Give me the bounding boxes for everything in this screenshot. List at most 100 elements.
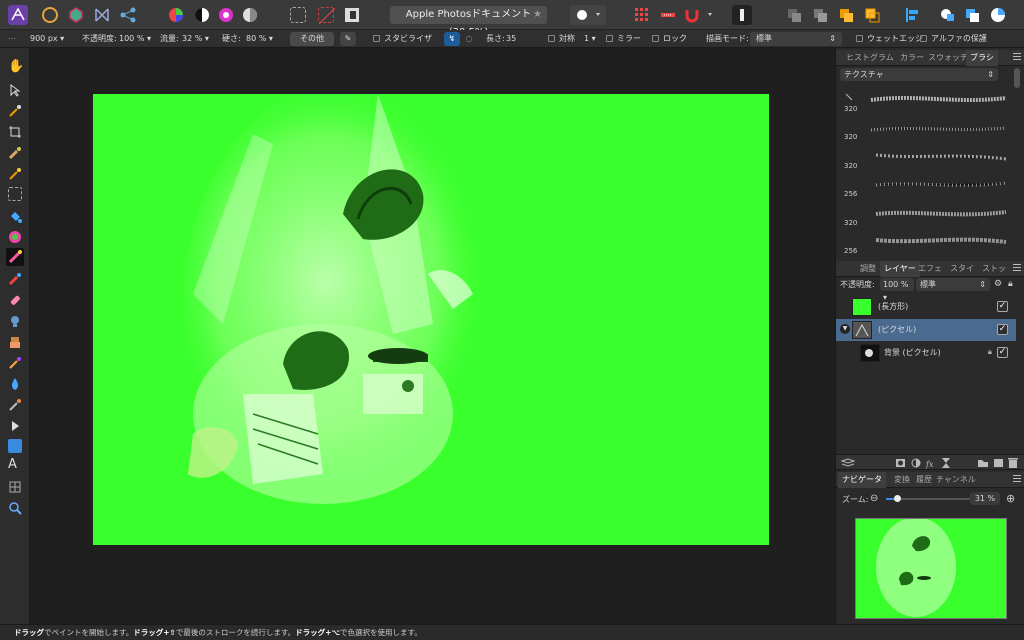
zoom-field[interactable]: 31 %: [970, 492, 1000, 505]
symmetry-count-field[interactable]: 1 ▾: [584, 32, 596, 46]
dodge-tool-icon[interactable]: [8, 355, 22, 369]
align-icon[interactable]: [902, 5, 922, 25]
mask-mode-dropdown[interactable]: [570, 5, 606, 25]
flow-field[interactable]: 32 % ▾: [182, 32, 209, 46]
move-tool-icon[interactable]: [8, 82, 22, 97]
brush-preset[interactable]: 256: [836, 171, 1011, 200]
window-mode-icon[interactable]: ◌: [462, 32, 476, 46]
hardness-field[interactable]: 80 % ▾: [246, 32, 273, 46]
zoom-in-icon[interactable]: ⊕: [1006, 492, 1015, 505]
layer-row-selected[interactable]: ▼ (ピクセル) ✓: [836, 319, 1016, 341]
arrange-back-icon[interactable]: [784, 5, 804, 25]
color-replacement-icon[interactable]: [8, 271, 22, 286]
brush-preset[interactable]: 320: [836, 200, 1011, 229]
arrange-forward-icon[interactable]: [836, 5, 856, 25]
tab-brushes[interactable]: ブラシ: [966, 50, 998, 66]
magnet-snapping-icon[interactable]: [682, 5, 718, 25]
protect-alpha-checkbox[interactable]: アルファの保護: [920, 32, 987, 46]
tab-transform[interactable]: 変換: [890, 472, 914, 488]
delete-layer-icon[interactable]: [1008, 458, 1018, 468]
invert-selection-icon[interactable]: [342, 5, 362, 25]
lock-checkbox[interactable]: ロック: [652, 32, 687, 46]
document-title-tab[interactable]: Apple Photosドキュメント (30.5%) ★: [390, 6, 547, 38]
tab-navigator[interactable]: ナビゲータ: [838, 472, 886, 488]
tab-stock[interactable]: ストッ: [978, 261, 1010, 277]
marquee-tool-icon[interactable]: [8, 187, 22, 201]
develop-persona-icon[interactable]: [92, 5, 112, 25]
new-group-icon[interactable]: [978, 460, 988, 467]
tab-channels[interactable]: チャンネル: [932, 472, 980, 488]
zoom-tool-icon[interactable]: [8, 500, 22, 515]
boolean-intersect-icon[interactable]: [988, 5, 1008, 25]
mask-icon[interactable]: [896, 459, 905, 467]
clone-tool-icon[interactable]: [8, 313, 22, 327]
tab-adjustments[interactable]: 調整: [856, 261, 880, 277]
document-canvas[interactable]: [93, 94, 769, 545]
tab-swatches[interactable]: スウォッチ: [924, 50, 972, 66]
layer-visibility-checkbox[interactable]: ✓: [997, 347, 1008, 358]
new-layer-icon[interactable]: [994, 459, 1003, 467]
healing-brush-icon[interactable]: [8, 292, 22, 306]
more-icon[interactable]: ⋯: [8, 32, 16, 46]
snapping-icon[interactable]: [658, 5, 678, 25]
blur-tool-icon[interactable]: [8, 376, 22, 390]
adjustment-icon[interactable]: [911, 458, 921, 468]
zoom-out-icon[interactable]: ⊖: [870, 493, 878, 504]
stabilizer-checkbox[interactable]: スタビライザ: [373, 32, 432, 46]
boolean-add-icon[interactable]: [938, 5, 958, 25]
hand-tool-icon[interactable]: ✋: [8, 60, 24, 74]
zoom-slider-handle[interactable]: [894, 495, 901, 502]
width-field[interactable]: 900 px ▾: [30, 32, 64, 46]
grid-icon[interactable]: [632, 5, 652, 25]
panel-menu-icon[interactable]: [1013, 264, 1021, 272]
lock-icon[interactable]: 🔒︎: [1008, 279, 1013, 289]
tab-styles[interactable]: スタイ: [946, 261, 978, 277]
layer-visibility-checkbox[interactable]: ✓: [997, 301, 1008, 312]
fx-icon[interactable]: fx: [925, 460, 934, 469]
node-tool-icon[interactable]: [8, 418, 22, 432]
brush-preset[interactable]: 320: [836, 114, 1011, 143]
brush-preset[interactable]: 320: [836, 86, 1011, 115]
share-icon[interactable]: [118, 5, 138, 25]
erase-tool-icon[interactable]: [8, 334, 22, 348]
star-icon[interactable]: ★: [533, 6, 542, 24]
liquify-persona-icon[interactable]: [66, 5, 86, 25]
layer-lock-icon[interactable]: 🔒︎: [988, 347, 992, 357]
opacity-field[interactable]: 100 % ▾: [119, 32, 151, 46]
brush-category-dropdown[interactable]: テクスチャ ⇕: [840, 68, 998, 81]
mesh-warp-icon[interactable]: [8, 479, 22, 493]
app-logo-icon[interactable]: [8, 5, 28, 25]
live-filter-icon[interactable]: [942, 458, 950, 468]
layer-opacity-field[interactable]: 100 % ▾: [880, 278, 914, 302]
tab-histogram[interactable]: ヒストグラム: [842, 50, 898, 66]
pixel-persona-icon[interactable]: [40, 5, 60, 25]
brush-tool-icon[interactable]: [732, 5, 752, 25]
deselect-icon[interactable]: [318, 7, 336, 25]
selection-brush-icon[interactable]: [8, 145, 22, 160]
black-white-icon[interactable]: [192, 5, 212, 25]
layer-row[interactable]: 背景 (ピクセル) 🔒︎ ✓: [836, 342, 1016, 364]
layer-row[interactable]: (長方形) ✓: [836, 296, 1016, 318]
white-balance-icon[interactable]: [240, 5, 260, 25]
paint-brush-tool-icon[interactable]: [6, 248, 24, 266]
canvas-area[interactable]: [30, 48, 835, 624]
hsl-icon[interactable]: [216, 5, 236, 25]
blend-mode-dropdown[interactable]: 標準 ⇕: [750, 32, 842, 46]
wet-edges-checkbox[interactable]: ウェットエッジ: [856, 32, 923, 46]
crop-tool-icon[interactable]: [8, 124, 22, 138]
rectangle-tool-icon[interactable]: [8, 439, 22, 453]
expand-layer-icon[interactable]: ▼: [840, 324, 850, 334]
arrange-front-icon[interactable]: [862, 5, 882, 25]
layer-settings-icon[interactable]: ⚙: [994, 279, 1002, 289]
panel-menu-icon[interactable]: [1013, 53, 1021, 61]
marquee-select-icon[interactable]: [290, 7, 306, 23]
layer-stack-icon[interactable]: [840, 458, 856, 467]
mirror-checkbox[interactable]: ミラー: [606, 32, 641, 46]
layer-blend-dropdown[interactable]: 標準 ⇕: [916, 278, 990, 291]
smudge-tool-icon[interactable]: [8, 397, 22, 411]
flood-select-icon[interactable]: [8, 166, 22, 180]
rope-mode-icon[interactable]: ↯: [444, 32, 460, 46]
text-tool-icon[interactable]: A: [8, 458, 22, 472]
length-value[interactable]: 35: [506, 32, 516, 46]
navigator-preview[interactable]: [855, 518, 1007, 619]
